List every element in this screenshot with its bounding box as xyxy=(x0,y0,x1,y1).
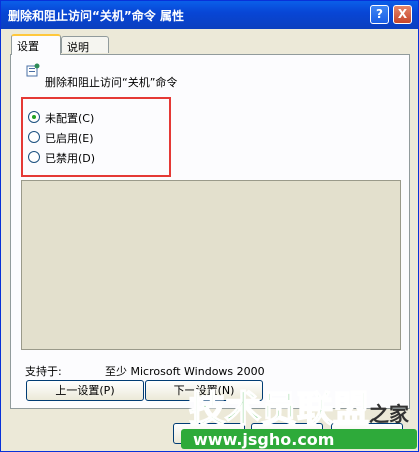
tab-settings[interactable]: 设置 xyxy=(11,34,61,55)
tab-explain[interactable]: 说明 xyxy=(61,36,109,54)
watermark-suffix: 之家 xyxy=(369,402,410,426)
radio-label: 已禁用(D) xyxy=(45,152,96,165)
radio-label: 未配置(C) xyxy=(45,112,95,125)
supported-on-label: 支持于: xyxy=(25,365,62,378)
radio-selected-dot xyxy=(32,115,36,119)
radio-group: 未配置(C) 已启用(E) 已禁用(D) xyxy=(21,97,171,177)
properties-dialog: 删除和阻止访问“关机”命令 属性 ? X 设置 说明 删除和阻止访问“关机”命令… xyxy=(0,0,419,452)
window-title: 删除和阻止访问“关机”命令 属性 xyxy=(8,9,184,23)
title-bar[interactable]: 删除和阻止访问“关机”命令 属性 ? X xyxy=(1,1,418,29)
site-watermark-logo: 技术员联盟 之家 www.jsgho.com xyxy=(181,388,417,449)
help-button[interactable]: ? xyxy=(370,5,389,24)
policy-title: 删除和阻止访问“关机”命令 xyxy=(45,76,178,89)
previous-setting-button[interactable]: 上一设置(P) xyxy=(26,380,144,401)
tab-bar: 设置 说明 xyxy=(11,34,411,55)
radio-button-icon[interactable] xyxy=(28,131,40,143)
close-button[interactable]: X xyxy=(393,5,412,24)
radio-button-icon[interactable] xyxy=(28,111,40,123)
radio-button-icon[interactable] xyxy=(28,151,40,163)
policy-icon xyxy=(26,63,40,77)
watermark-url: www.jsgho.com xyxy=(193,430,334,449)
settings-panel: 删除和阻止访问“关机”命令 未配置(C) 已启用(E) 已禁用(D) 支持于: … xyxy=(10,54,410,409)
watermark-text: 技术员联盟 xyxy=(189,389,369,430)
supported-on-value: 至少 Microsoft Windows 2000 xyxy=(105,365,265,378)
disabled-description-area xyxy=(21,180,401,350)
radio-label: 已启用(E) xyxy=(45,132,94,145)
